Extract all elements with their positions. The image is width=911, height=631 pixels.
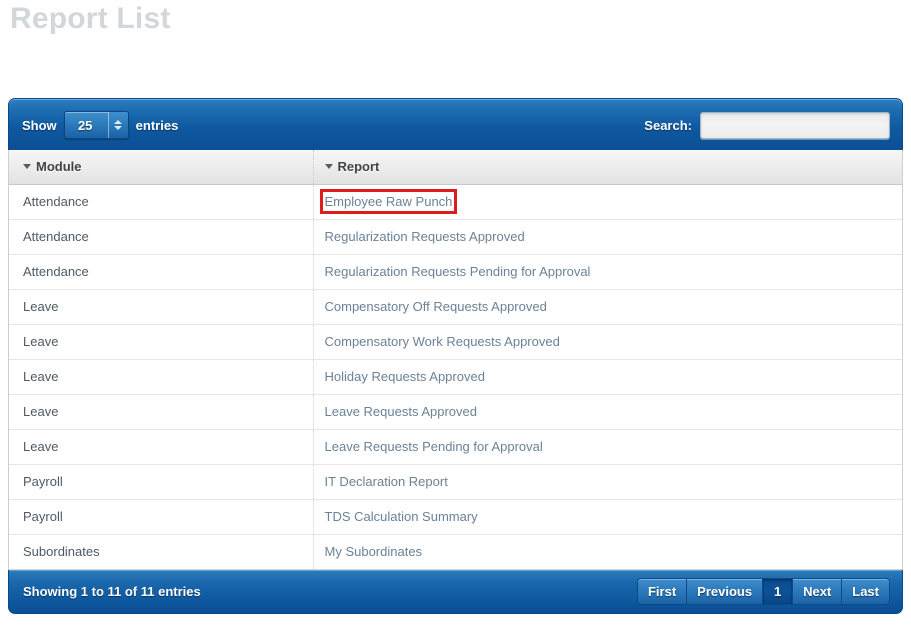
table-footer: Showing 1 to 11 of 11 entries First Previ… — [8, 569, 903, 614]
chevron-up-icon[interactable] — [114, 120, 123, 124]
page-title: Report List — [10, 2, 171, 35]
pagination-button-previous[interactable]: Previous — [687, 578, 764, 605]
column-header-module[interactable]: Module — [9, 150, 313, 185]
search-control: Search: — [644, 99, 890, 151]
table-row: Attendance Regularization Requests Approv… — [9, 219, 902, 255]
cell-report: Compensatory Work Requests Approved — [312, 324, 902, 360]
cell-report: Regularization Requests Pending for Appr… — [312, 254, 902, 290]
cell-report: Compensatory Off Requests Approved — [312, 289, 902, 325]
pagination-button-1[interactable]: 1 — [763, 578, 794, 605]
stepper-arrows[interactable] — [107, 112, 128, 138]
cell-module: Leave — [9, 359, 313, 395]
report-table: Module Report Attendance Employee Raw Pun… — [9, 150, 902, 570]
cell-report: Regularization Requests Approved — [312, 219, 902, 255]
cell-module: Attendance — [9, 219, 313, 255]
pagination: First Previous 1 Next Last — [636, 570, 890, 614]
cell-report: Leave Requests Approved — [312, 394, 902, 430]
cell-module: Payroll — [9, 464, 313, 500]
pagination-button-first[interactable]: First — [636, 578, 688, 605]
pagination-button-next[interactable]: Next — [793, 578, 843, 605]
report-link[interactable]: Regularization Requests Approved — [325, 229, 525, 244]
report-list-panel: Show 25 entries Search: Module Report At… — [8, 98, 903, 621]
column-header-report[interactable]: Report — [312, 150, 902, 185]
table-row: Payroll TDS Calculation Summary — [9, 499, 902, 535]
report-link[interactable]: IT Declaration Report — [325, 474, 448, 489]
cell-module: Payroll — [9, 499, 313, 535]
table-header-row: Module Report — [9, 150, 902, 185]
cell-module: Leave — [9, 429, 313, 465]
table-body: Attendance Employee Raw Punch Attendance Re… — [9, 184, 902, 570]
chevron-down-icon[interactable] — [114, 126, 123, 130]
column-header-module-label: Module — [36, 159, 82, 175]
table-row: Leave Compensatory Work Requests Approved — [9, 324, 902, 360]
cell-module: Attendance — [9, 184, 313, 220]
cell-module: Leave — [9, 289, 313, 325]
report-link[interactable]: Regularization Requests Pending for Appr… — [325, 264, 591, 279]
table-row: Payroll IT Declaration Report — [9, 464, 902, 500]
report-link[interactable]: Compensatory Work Requests Approved — [325, 334, 560, 349]
report-link-highlighted[interactable]: Employee Raw Punch — [319, 189, 458, 214]
cell-module: Leave — [9, 394, 313, 430]
show-label: Show — [22, 117, 57, 133]
entries-info: Showing 1 to 11 of 11 entries — [23, 584, 201, 599]
cell-module: Leave — [9, 324, 313, 360]
table-row: Leave Compensatory Off Requests Approved — [9, 289, 902, 325]
column-header-report-label: Report — [337, 159, 380, 175]
length-control: Show 25 entries — [22, 99, 178, 151]
cell-report: Holiday Requests Approved — [312, 359, 902, 395]
pagination-button-last[interactable]: Last — [842, 578, 890, 605]
cell-report: Leave Requests Pending for Approval — [312, 429, 902, 465]
table-row: Leave Leave Requests Approved — [9, 394, 902, 430]
search-input[interactable] — [700, 111, 890, 139]
table-row: Attendance Employee Raw Punch — [9, 184, 902, 220]
entries-length-value: 25 — [77, 117, 93, 133]
entries-label: entries — [135, 117, 179, 133]
cell-report: Employee Raw Punch — [312, 184, 902, 220]
search-label: Search: — [644, 117, 692, 133]
table-row: Leave Holiday Requests Approved — [9, 359, 902, 395]
report-link[interactable]: Holiday Requests Approved — [325, 369, 485, 384]
entries-length-select[interactable]: 25 — [63, 111, 129, 139]
report-table-wrapper: Module Report Attendance Employee Raw Pun… — [8, 150, 903, 570]
table-row: Leave Leave Requests Pending for Approval — [9, 429, 902, 465]
report-link[interactable]: My Subordinates — [325, 544, 423, 559]
cell-module: Subordinates — [9, 534, 313, 570]
report-link[interactable]: Compensatory Off Requests Approved — [325, 299, 547, 314]
report-link[interactable]: Leave Requests Pending for Approval — [325, 439, 543, 454]
cell-report: IT Declaration Report — [312, 464, 902, 500]
cell-report: My Subordinates — [312, 534, 902, 570]
triangle-down-icon — [23, 164, 31, 170]
report-link[interactable]: TDS Calculation Summary — [325, 509, 478, 524]
table-row: Attendance Regularization Requests Pendin… — [9, 254, 902, 290]
cell-report: TDS Calculation Summary — [312, 499, 902, 535]
table-row: Subordinates My Subordinates — [9, 534, 902, 570]
report-link[interactable]: Leave Requests Approved — [325, 404, 478, 419]
triangle-down-icon — [324, 164, 333, 170]
table-toolbar: Show 25 entries Search: — [8, 98, 903, 150]
cell-module: Attendance — [9, 254, 313, 290]
